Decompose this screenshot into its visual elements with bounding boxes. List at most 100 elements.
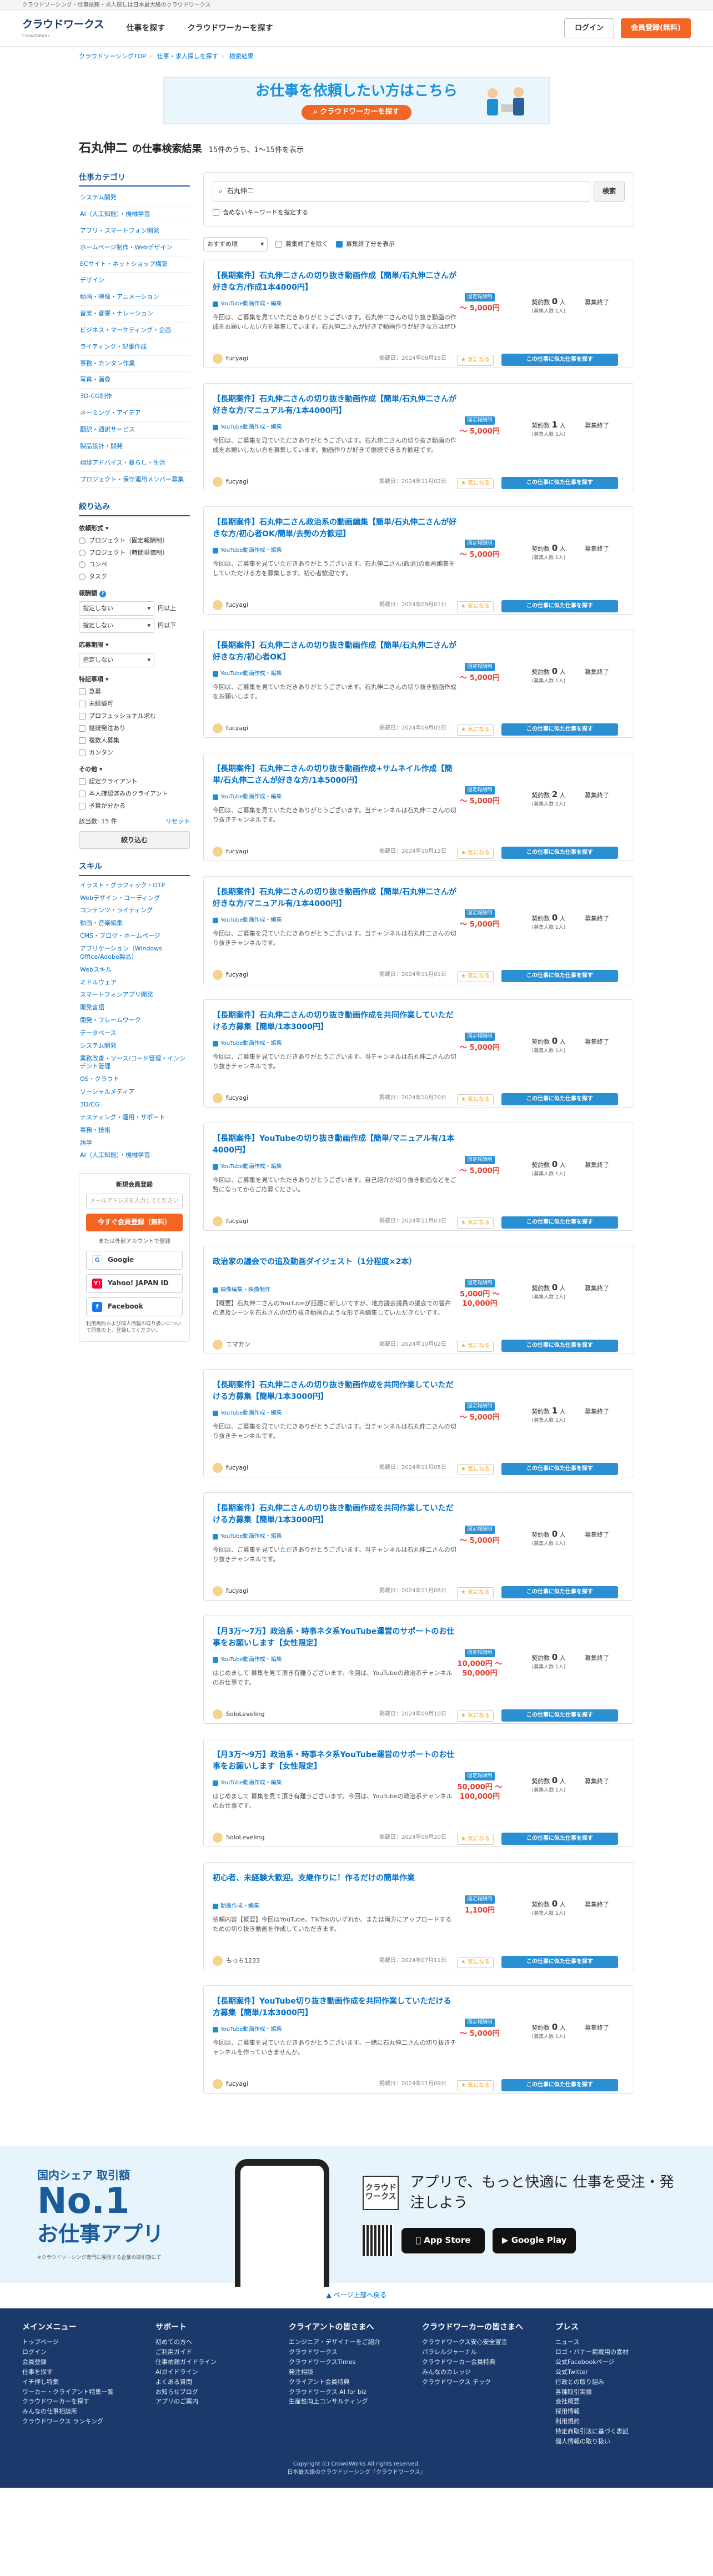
category-item[interactable]: ECサイト・ネットショップ構築 [79,256,190,273]
skill-item[interactable]: ミドルウェア [79,977,190,989]
job-client[interactable]: fucyagi [213,969,248,980]
exclude-keyword-toggle[interactable]: 含めないキーワードを指定する [213,208,625,217]
favorite-button[interactable]: ★ 気になる [457,847,494,859]
category-item[interactable]: ホームページ制作・Webデザイン [79,240,190,256]
cond-checkbox[interactable]: 急募 [79,687,190,696]
category-item[interactable]: システム開発 [79,190,190,207]
favorite-button[interactable]: ★ 気になる [457,1956,494,1969]
category-item[interactable]: 製品設計・開発 [79,439,190,455]
skill-item[interactable]: アプリケーション（Windows Office/Adobe製品） [79,943,190,964]
job-title[interactable]: 【長期案件】YouTube切り抜き動画作成を共同作業していただける方募集【簡単/… [213,1996,457,2020]
banner-button[interactable]: ⌕ クラウドワーカーを探す [301,105,412,120]
login-button[interactable]: ログイン [564,18,615,39]
job-title[interactable]: 【月3万〜9万】政治系・時事ネタ系YouTube運営のサポートのお仕事をお願いし… [213,1749,457,1774]
job-title[interactable]: 【長期案件】YouTubeの切り抜き動画作成【簡単/マニュアル有/1本4000円… [213,1133,457,1158]
category-item[interactable]: 音楽・音響・ナレーション [79,306,190,323]
type-checkbox[interactable]: タスク [79,572,190,581]
other-label[interactable]: その他 ▾ [79,765,190,774]
skill-item[interactable]: Webスキル [79,964,190,977]
favorite-button[interactable]: ★ 気になる [457,1094,494,1106]
job-client[interactable]: エマカン [213,1339,250,1350]
similar-jobs-button[interactable]: この仕事に似た仕事を探す [501,846,618,859]
skill-item[interactable]: 3D/CG [79,1099,190,1111]
category-item[interactable]: 動画・映像・アニメーション [79,289,190,306]
job-title[interactable]: 【月3万〜7万】政治系・時事ネタ系YouTube運営のサポートのお仕事をお願いし… [213,1626,457,1651]
footer-link[interactable]: クライアント会員特典 [289,2377,422,2387]
footer-link[interactable]: エンジニア・デザイナーをご紹介 [289,2337,422,2347]
page-top-link[interactable]: ▲ ページ上部へ戻る [0,2283,713,2309]
skill-item[interactable]: OS・クラウド [79,1073,190,1086]
similar-jobs-button[interactable]: この仕事に似た仕事を探す [501,353,618,366]
footer-link[interactable]: 仕事を探す [22,2367,155,2377]
footer-link[interactable]: ご利用ガイド [155,2347,289,2357]
job-title[interactable]: 【長期案件】石丸伸二さんの切り抜き動画作成【簡単/石丸伸二さんが好きな方/初心者… [213,640,457,665]
footer-link[interactable]: ワーカー・クライアント特集一覧 [22,2387,155,2397]
job-client[interactable]: fucyagi [213,476,248,487]
footer-link[interactable]: クラウドワークスTimes [289,2357,422,2367]
footer-link[interactable]: 会社概要 [555,2397,689,2407]
job-category[interactable]: YouTube動画作成・編集 [213,793,457,802]
email-field[interactable]: メールアドレスを入力してください [86,1194,183,1210]
category-item[interactable]: 3D-CG制作 [79,389,190,406]
skill-item[interactable]: テスティング・運用・サポート [79,1111,190,1124]
footer-link[interactable]: クラウドワークス安心安全宣言 [422,2337,555,2347]
search-input[interactable]: ⌕ 石丸伸二 [213,181,590,202]
job-category[interactable]: YouTube動画作成・編集 [213,670,457,678]
reset-link[interactable]: リセット [165,817,190,826]
exclude-closed-checkbox[interactable]: 募集終了を除く [275,240,328,249]
footer-link[interactable]: イチ押し特集 [22,2377,155,2387]
footer-link[interactable]: みんなの仕事相談所 [22,2407,155,2417]
skill-item[interactable]: システム開発 [79,1040,190,1053]
cond-checkbox[interactable]: プロフェッショナル求む [79,712,190,721]
type-checkbox[interactable]: プロジェクト（時間単価制） [79,549,190,557]
google-button[interactable]: G Google [86,1250,183,1270]
skill-item[interactable]: 開発言語 [79,1002,190,1014]
period-select[interactable]: 指定しない ▾ [79,653,154,668]
job-category[interactable]: YouTube動画作成・編集 [213,547,457,555]
job-client[interactable]: SoloLeveling [213,1709,265,1719]
job-client[interactable]: fucyagi [213,723,248,733]
favorite-button[interactable]: ★ 気になる [457,970,494,983]
cond-label[interactable]: 特記事項 ▾ [79,675,190,684]
job-title[interactable]: 【長期案件】石丸伸二さんの切り抜き動画作成+サムネイル作成【簡単/石丸伸二さんが… [213,763,457,788]
skill-item[interactable]: 開発・フレームワーク [79,1014,190,1027]
job-client[interactable]: fucyagi [213,600,248,610]
footer-link[interactable]: クラウドワークス AI for biz [289,2387,422,2397]
footer-link[interactable]: AIガイドライン [155,2367,289,2377]
footer-link[interactable]: パラレルジャーナル [422,2347,555,2357]
category-item[interactable]: アプリ・スマートフォン開発 [79,223,190,240]
favorite-button[interactable]: ★ 気になる [457,1340,494,1352]
job-title[interactable]: 【長期案件】石丸伸二さん政治系の動画編集【簡単/石丸伸二さんが好きな方/初心者O… [213,517,457,541]
category-item[interactable]: ビジネス・マーケティング・企画 [79,323,190,339]
cond-checkbox[interactable]: カンタン [79,748,190,757]
job-client[interactable]: fucyagi [213,1216,248,1226]
similar-jobs-button[interactable]: この仕事に似た仕事を探す [501,969,618,982]
job-category[interactable]: YouTube動画作成・編集 [213,917,457,925]
site-logo[interactable]: クラウドワークス CrowdWorks [22,17,104,39]
footer-link[interactable]: クラウドワークス テック [422,2377,555,2387]
job-category[interactable]: YouTube動画作成・編集 [213,1533,457,1541]
footer-link[interactable]: ログイン [22,2347,155,2357]
job-client[interactable]: fucyagi [213,1462,248,1473]
category-item[interactable]: デザイン [79,273,190,290]
favorite-button[interactable]: ★ 気になる [457,1710,494,1722]
job-client[interactable]: fucyagi [213,2079,248,2089]
job-title[interactable]: 【長期案件】石丸伸二さんの切り抜き動画作成を共同作業していただける方募集【簡単/… [213,1503,457,1527]
footer-link[interactable]: 公式Facebookページ [555,2357,689,2367]
category-item[interactable]: 相談アドバイス・暮らし・生活 [79,455,190,472]
job-category[interactable]: YouTube動画作成・編集 [213,1040,457,1048]
cond-checkbox[interactable]: 未経験可 [79,700,190,708]
google-play-button[interactable]: ▶ Google Play [493,2228,576,2254]
footer-link[interactable]: ニュース [555,2337,689,2347]
footer-link[interactable]: 行政との取り組み [555,2377,689,2387]
job-client[interactable]: fucyagi [213,1586,248,1596]
skill-item[interactable]: 動画・音楽編集 [79,917,190,930]
footer-link[interactable]: クラウドワークス ランキング [22,2417,155,2427]
skill-item[interactable]: 事務・技術 [79,1124,190,1137]
facebook-button[interactable]: f Facebook [86,1297,183,1316]
favorite-button[interactable]: ★ 気になる [457,1833,494,1845]
category-item[interactable]: 翻訳・通訳サービス [79,422,190,439]
app-store-button[interactable]:  App Store [401,2228,485,2254]
footer-link[interactable]: 公式Twitter [555,2367,689,2377]
job-title[interactable]: 【長期案件】石丸伸二さんの切り抜き動画作成【簡単/石丸伸二さんが好きな方/マニュ… [213,394,457,418]
